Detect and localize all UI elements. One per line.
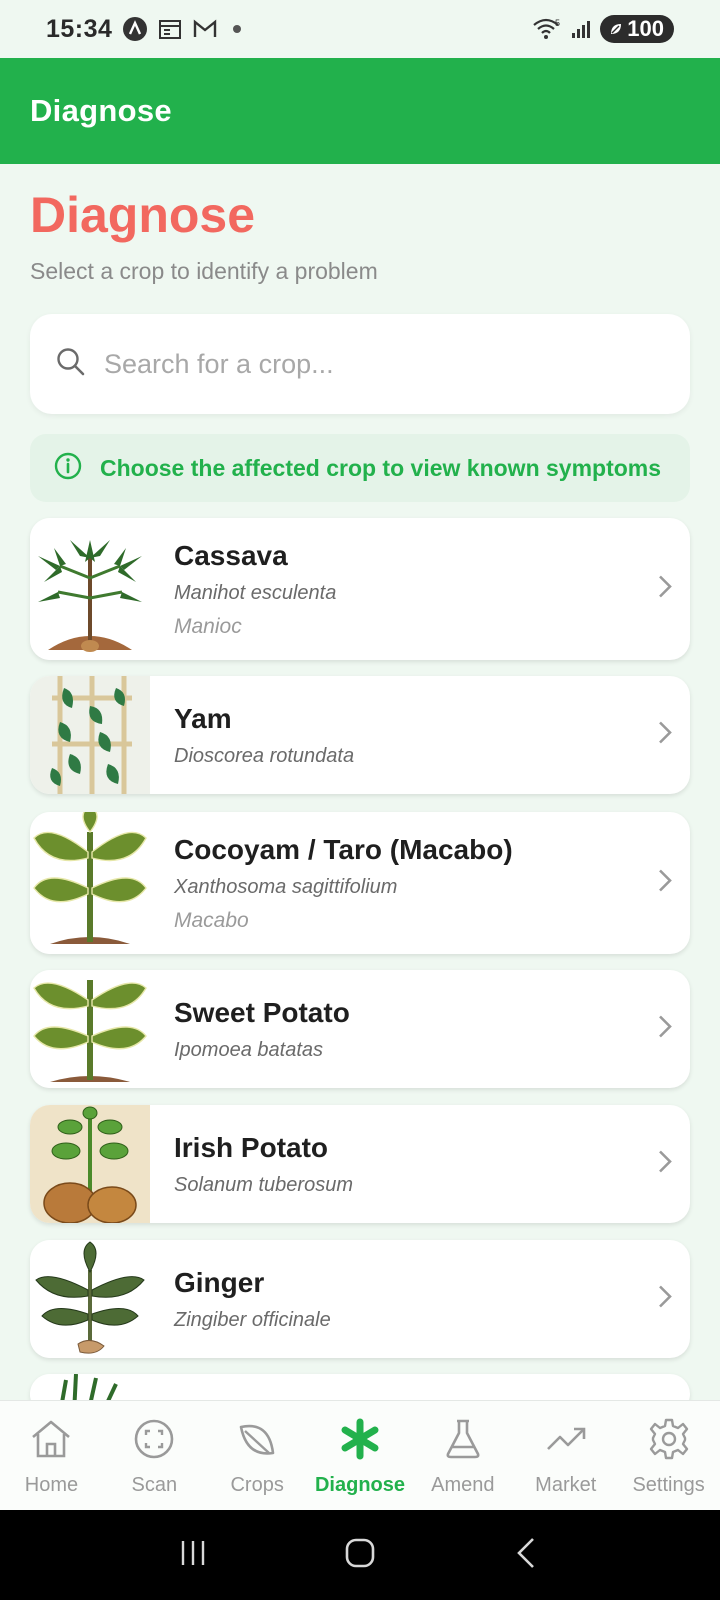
app-bar: Diagnose [0,58,720,164]
crop-info: Ginger Zingiber officinale [150,1240,331,1358]
search-input[interactable] [104,348,664,380]
nav-label: Amend [431,1474,495,1496]
cassava-image [30,518,150,660]
yam-image [30,676,150,794]
back-icon[interactable] [507,1533,547,1578]
info-text: Choose the affected crop to view known s… [100,454,662,481]
nav-amend[interactable]: Amend [411,1401,514,1510]
crop-name: Ginger [174,1266,265,1298]
nav-label: Market [535,1474,597,1496]
nav-label: Settings [632,1474,705,1496]
crop-info: Irish Potato Solanum tuberosum [150,1105,353,1223]
nav-diagnose[interactable]: Diagnose [309,1401,412,1510]
search-box[interactable] [30,314,690,414]
status-bar: 15:34 5 100 [0,0,720,58]
calendar-icon [158,18,182,40]
trending-up-icon [544,1417,588,1466]
bottom-nav: Home Scan Crops Diagnose Amend Market Se… [0,1400,720,1510]
nav-label: Crops [230,1474,284,1496]
chevron-right-icon [656,573,674,606]
chevron-right-icon [656,1283,674,1316]
nav-label: Diagnose [314,1474,406,1496]
nav-home[interactable]: Home [0,1401,103,1510]
nav-label: Scan [131,1474,178,1496]
crop-local-name: Macabo [174,908,249,932]
asterisk-icon [338,1417,382,1466]
page-subtitle: Select a crop to identify a problem [30,258,378,284]
crop-info: Cocoyam / Taro (Macabo) Xanthosoma sagit… [150,812,513,954]
svg-text:5: 5 [555,18,560,28]
crop-name: Sweet Potato [174,996,350,1028]
ginger-image [30,1240,150,1358]
crop-card-cassava[interactable]: Cassava Manihot esculenta Manioc [30,518,690,660]
wifi-icon: 5 [532,17,562,41]
irish-potato-image [30,1105,150,1223]
crop-name: Cocoyam / Taro (Macabo) [174,833,513,865]
crop-scientific-name: Manihot esculenta [174,581,337,604]
crop-info: Yam Dioscorea rotundata [150,676,354,794]
signal-icon [570,18,592,40]
battery-icon: 100 [600,15,674,43]
crop-scientific-name: Zingiber officinale [174,1308,331,1331]
dot-icon [228,20,246,38]
crop-local-name: Manioc [174,614,242,638]
info-banner: Choose the affected crop to view known s… [30,434,690,502]
gmail-icon [192,18,218,40]
crop-name: Yam [174,702,232,734]
page-title: Diagnose [30,187,256,243]
battery-level: 100 [627,16,664,41]
crop-card-irish-potato[interactable]: Irish Potato Solanum tuberosum [30,1105,690,1223]
system-nav-bar [0,1510,720,1600]
chevron-right-icon [656,719,674,752]
crop-name: Irish Potato [174,1131,329,1163]
crop-scientific-name: Ipomoea batatas [174,1038,323,1061]
leaf-icon [235,1417,279,1466]
info-icon [54,452,82,485]
app-bar-title: Diagnose [30,93,172,128]
crop-scientific-name: Solanum tuberosum [174,1173,353,1196]
chevron-right-icon [656,1148,674,1181]
crop-name: Cassava [174,539,288,571]
crop-card-ginger[interactable]: Ginger Zingiber officinale [30,1240,690,1358]
status-time: 15:34 [46,14,113,43]
flask-icon [441,1417,485,1466]
search-icon [56,347,86,382]
crop-scientific-name: Dioscorea rotundata [174,744,355,767]
home-button-icon[interactable] [340,1533,380,1578]
crop-card-sweet-potato[interactable]: Sweet Potato Ipomoea batatas [30,970,690,1088]
crop-card-cocoyam[interactable]: Cocoyam / Taro (Macabo) Xanthosoma sagit… [30,812,690,954]
nav-market[interactable]: Market [514,1401,617,1510]
sweet-potato-image [30,970,150,1088]
nav-scan[interactable]: Scan [103,1401,206,1510]
nav-crops[interactable]: Crops [206,1401,309,1510]
a-circle-icon [122,16,148,42]
nav-label: Home [24,1474,79,1496]
home-icon [29,1417,73,1466]
crop-info: Cassava Manihot esculenta Manioc [150,518,336,660]
crop-info: Sweet Potato Ipomoea batatas [150,970,350,1088]
nav-settings[interactable]: Settings [617,1401,720,1510]
chevron-right-icon [656,1013,674,1046]
crop-card-yam[interactable]: Yam Dioscorea rotundata [30,676,690,794]
gear-icon [647,1417,691,1466]
recent-apps-icon[interactable] [173,1533,213,1578]
scan-icon [132,1417,176,1466]
chevron-right-icon [656,867,674,900]
cocoyam-image [30,812,150,954]
crop-scientific-name: Xanthosoma sagittifolium [174,875,398,898]
